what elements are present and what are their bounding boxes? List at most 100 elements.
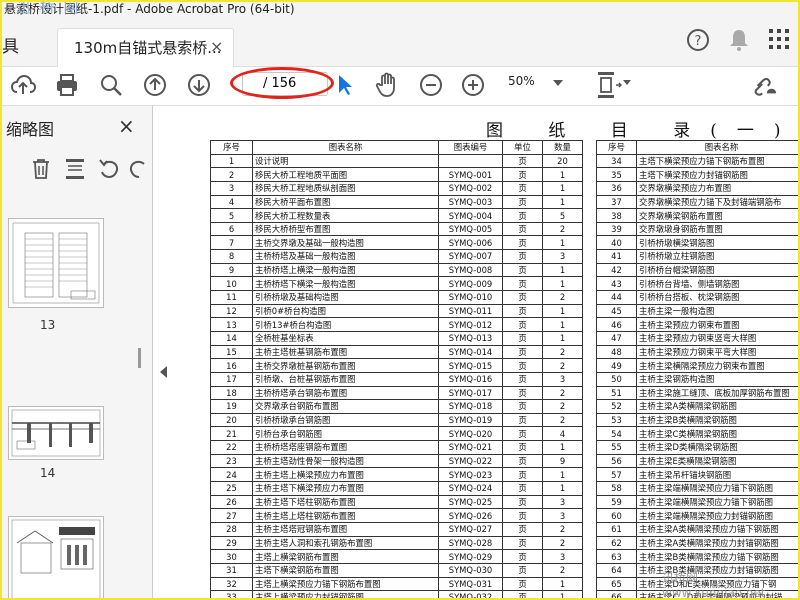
- table-cell: 2: [542, 562, 583, 578]
- table-cell: SYMQ-003: [438, 194, 503, 210]
- document-tab[interactable]: 130m自锚式悬索桥... ×: [57, 28, 234, 67]
- table-cell: 页: [502, 317, 543, 332]
- table-cell: 2: [542, 521, 583, 537]
- print-icon[interactable]: [54, 72, 80, 98]
- table-cell: 3: [542, 549, 583, 564]
- table-row: 11 引桥桥墩及基础构造图 SYMQ-010 页 2: [210, 290, 583, 305]
- table-cell: 66: [596, 590, 637, 598]
- previous-page-icon[interactable]: [142, 72, 168, 98]
- table-row: 16 主桥交界墩桩基钢筋布置图 SYMQ-015 页 2: [210, 358, 583, 373]
- table-cell: 主桥主梁吊杆锚块钢筋图: [636, 467, 798, 483]
- table-cell: 40: [596, 235, 637, 251]
- table-cell: 页: [502, 249, 543, 264]
- table-row: 24 主桥主塔上横梁预应力布置图 SYMQ-023 页 1: [210, 467, 583, 483]
- table-cell: 55: [596, 440, 637, 455]
- apps-grid-icon[interactable]: [768, 28, 790, 55]
- table-cell: 49: [596, 358, 637, 373]
- table-cell: 25: [210, 481, 253, 496]
- extract-page-icon[interactable]: [62, 156, 88, 182]
- thumbnail-scrollbar[interactable]: [138, 348, 141, 368]
- table-row: 41 引桥桥墩立柱钢筋图: [596, 249, 798, 264]
- table-row: 33 主塔上横梁预应力封锚钢筋图 SYMQ-032 页 1: [210, 590, 583, 598]
- table-cell: 6: [210, 221, 253, 237]
- thumbnail-panel-close-icon[interactable]: ×: [118, 114, 135, 138]
- bell-icon[interactable]: [728, 28, 750, 57]
- table-cell: 42: [596, 262, 637, 278]
- table-cell: 28: [210, 521, 253, 537]
- table-cell: 页: [502, 535, 543, 551]
- delete-page-icon[interactable]: [28, 156, 54, 182]
- zoom-out-icon[interactable]: [418, 72, 444, 98]
- cloud-upload-icon[interactable]: [10, 72, 36, 98]
- page-thumbnail-15[interactable]: [8, 516, 104, 598]
- table-cell: 64: [596, 562, 637, 578]
- zoom-level[interactable]: 50%: [508, 74, 535, 88]
- table-cell: 5: [210, 208, 253, 223]
- zoom-in-icon[interactable]: [460, 72, 486, 98]
- table-row: 4 移民大桥平面布置图 SYMQ-003 页 1: [210, 194, 583, 210]
- table-cell: 页: [502, 481, 543, 496]
- table-cell: 37: [596, 194, 637, 210]
- site-watermark: 迅 桥 网: [16, 2, 81, 16]
- table-row: 49 主桥主梁横隔梁预应力钢束布置图: [596, 358, 798, 373]
- page-thumbnail-13[interactable]: [8, 218, 104, 308]
- zoom-dropdown-icon[interactable]: [552, 77, 564, 89]
- table-cell: SYMQ-024: [438, 481, 503, 496]
- table-cell: 57: [596, 467, 637, 483]
- table-cell: 主桥主梁施工缝顶、底板加厚钢筋布置图: [636, 385, 798, 401]
- table-row: 53 主桥主梁B类横隔梁钢筋图: [596, 412, 798, 428]
- table-cell: 主桥主梁预应力钢束布置图: [636, 317, 798, 332]
- help-icon[interactable]: ?: [686, 28, 710, 57]
- corner-watermark: 迅桥网 www.xunqiao.net: [662, 571, 766, 600]
- page-thumbnail-14[interactable]: [8, 406, 104, 460]
- table-cell: SYMQ-007: [438, 249, 503, 264]
- collapse-panel-arrow-icon[interactable]: [160, 366, 167, 378]
- table-row: 61 主桥主梁A类横隔梁预应力锚下钢筋图: [596, 521, 798, 537]
- table-cell: SYMQ-019: [438, 412, 503, 428]
- table-row: 7 主桥交界墩及基础一般构造图 SYMQ-006 页 1: [210, 235, 583, 251]
- drawing-index-title: 图 纸 目 录(一): [486, 121, 800, 141]
- table-row: 19 交界墩承台钢筋布置图 SYMQ-018 页 2: [210, 399, 583, 414]
- table-cell: 2: [542, 399, 583, 414]
- table-cell: 主桥交界墩桩基钢筋布置图: [252, 358, 439, 373]
- fit-page-icon[interactable]: [596, 72, 622, 98]
- main-toolbar: / 156 50%: [2, 67, 798, 106]
- table-row: 14 全桥桩基坐标表 SYMQ-013 页 1: [210, 330, 583, 346]
- rotate-counterclockwise-icon[interactable]: [96, 156, 122, 182]
- table-cell: 页: [502, 440, 543, 455]
- table-cell: 58: [596, 481, 637, 496]
- table-cell: 页: [502, 453, 543, 469]
- table-cell: SYMQ-014: [438, 344, 503, 360]
- table-cell: 59: [596, 494, 637, 510]
- table-row: 54 主桥主梁C类横隔梁钢筋图: [596, 426, 798, 442]
- table-cell: 1: [542, 481, 583, 496]
- table-cell: 页: [502, 153, 543, 169]
- table-cell: 60: [596, 508, 637, 523]
- table-cell: 16: [210, 358, 253, 373]
- table-cell: 2: [210, 167, 253, 182]
- table-cell: [438, 153, 503, 169]
- table-cell: 7: [210, 235, 253, 251]
- table-cell: 47: [596, 330, 637, 346]
- select-cursor-icon[interactable]: [332, 72, 358, 98]
- table-cell: 页: [502, 385, 543, 401]
- column-header: 图表名称: [252, 140, 439, 155]
- table-cell: 页: [502, 344, 543, 360]
- next-page-icon[interactable]: [186, 72, 212, 98]
- tools-menu[interactable]: 具: [2, 32, 19, 57]
- table-row: 52 主桥主梁A类横隔梁钢筋图: [596, 399, 798, 414]
- document-page: 图 纸 目 录(一) 序号 图表名称 图表编号 单位 数量 1 设计说明页 20 2 移民大桥工…: [174, 106, 798, 598]
- table-cell: 21: [210, 426, 253, 442]
- share-link-icon[interactable]: [752, 72, 778, 98]
- zoom-search-icon[interactable]: [98, 72, 124, 98]
- table-cell: 页: [502, 262, 543, 278]
- hand-tool-icon[interactable]: [374, 72, 400, 98]
- table-row: 12 引桥0#桥台构造图 SYMQ-011 页 1: [210, 303, 583, 319]
- table-cell: 页: [502, 412, 543, 428]
- rotate-clockwise-icon[interactable]: [126, 156, 152, 182]
- table-row: 55 主桥主梁D类横隔梁钢筋图: [596, 440, 798, 455]
- table-cell: 主桥主梁D类横隔梁钢筋图: [636, 440, 798, 455]
- table-cell: 65: [596, 576, 637, 592]
- fit-dropdown-icon[interactable]: [622, 77, 632, 87]
- tab-close-icon[interactable]: ×: [210, 37, 223, 56]
